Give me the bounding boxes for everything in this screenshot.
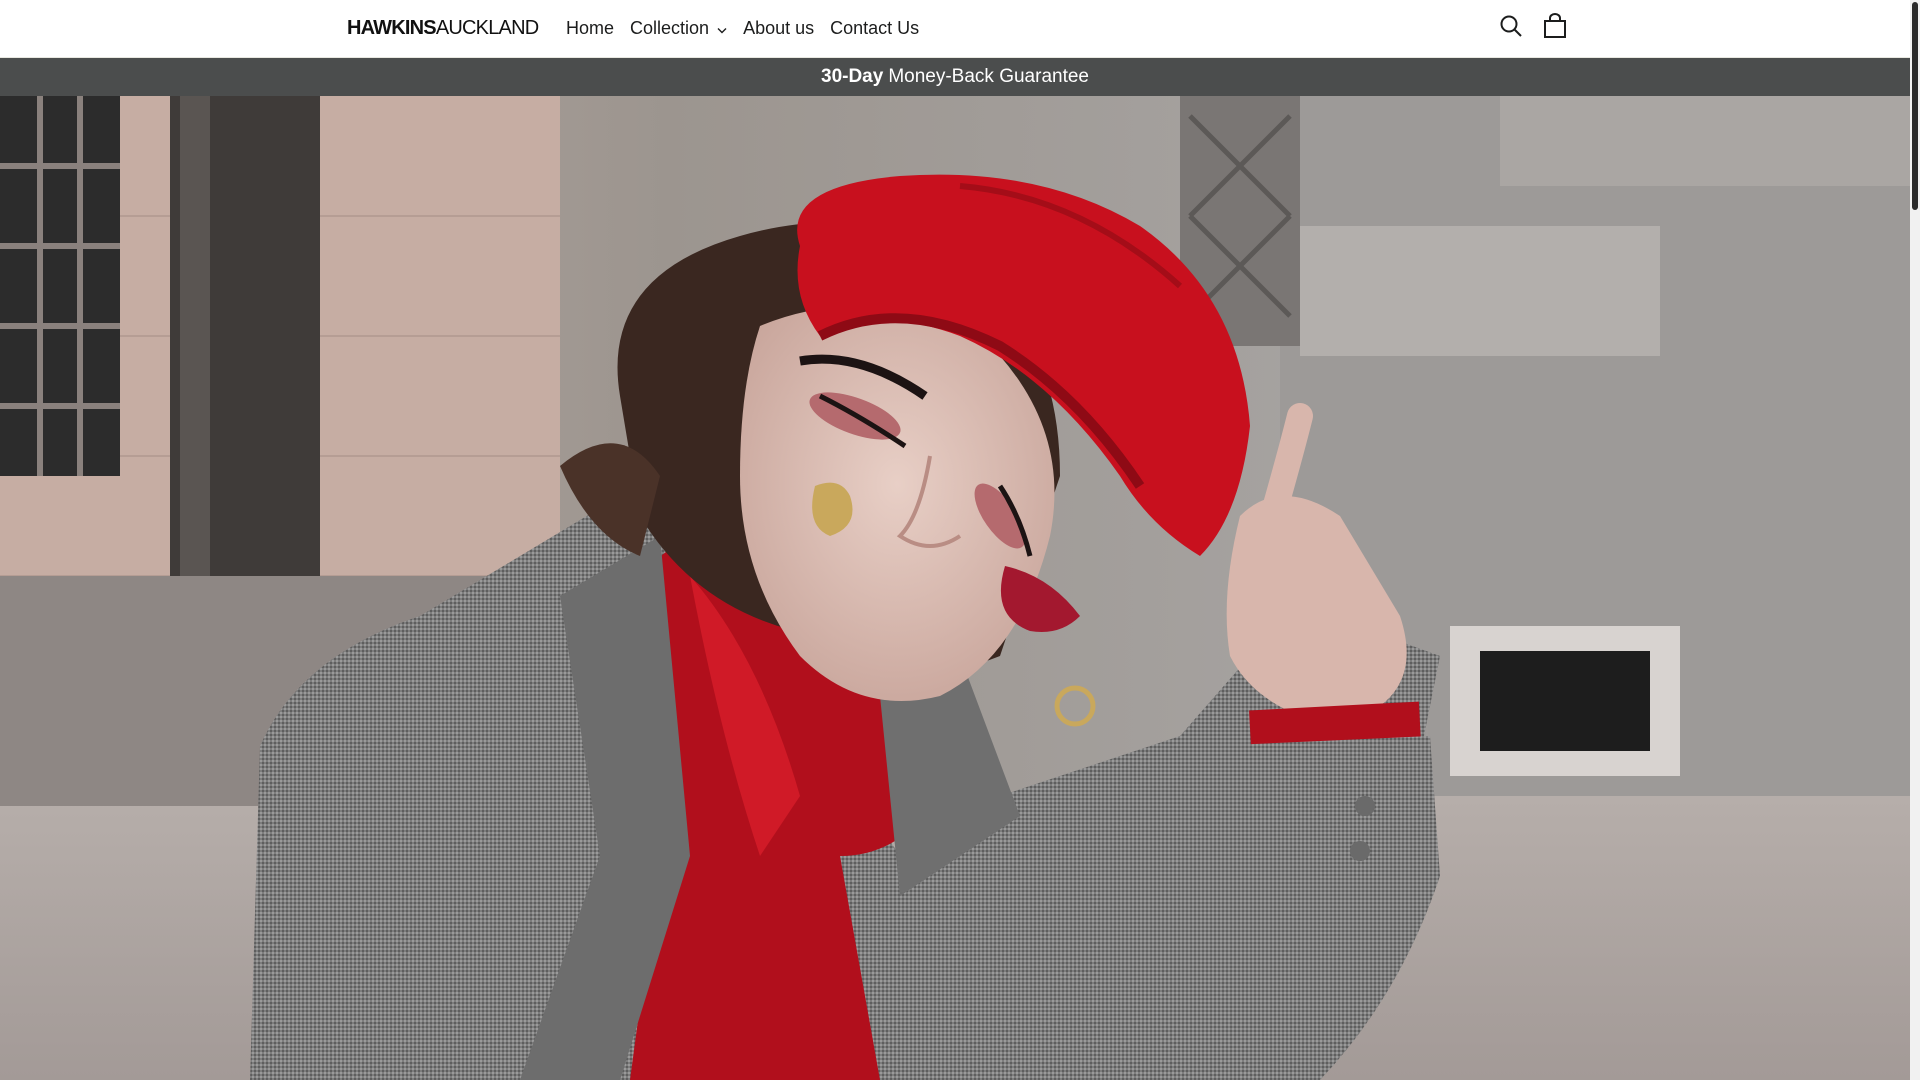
hero-image bbox=[0, 96, 1910, 1080]
announcement-text: Money-Back Guarantee bbox=[888, 66, 1089, 87]
logo[interactable]: HAWKINSAUCKLAND bbox=[347, 17, 539, 39]
scrollbar-thumb[interactable] bbox=[1912, 2, 1918, 210]
search-icon bbox=[1499, 14, 1523, 43]
cart-button[interactable] bbox=[1539, 12, 1571, 44]
nav-contact-us-label: Contact Us bbox=[830, 17, 920, 38]
nav-about-us[interactable]: About us bbox=[735, 14, 822, 42]
hero-banner bbox=[0, 96, 1910, 1080]
nav-contact-us[interactable]: Contact Us bbox=[822, 14, 927, 42]
announcement-bold: 30-Day bbox=[821, 66, 884, 87]
nav-home[interactable]: Home bbox=[558, 14, 622, 42]
nav-collection[interactable]: Collection bbox=[622, 14, 735, 42]
main-nav: Home Collection About us Contact Us bbox=[558, 14, 927, 42]
nav-about-us-label: About us bbox=[743, 17, 815, 38]
search-button[interactable] bbox=[1495, 12, 1527, 44]
page-scrollbar[interactable] bbox=[1910, 0, 1920, 1080]
cart-icon bbox=[1543, 12, 1567, 44]
site-header: HAWKINSAUCKLAND Home Collection About us… bbox=[0, 0, 1910, 58]
nav-home-label: Home bbox=[566, 17, 615, 38]
logo-light-text: AUCKLAND bbox=[435, 17, 539, 39]
chevron-down-icon bbox=[717, 18, 727, 39]
nav-collection-label: Collection bbox=[630, 17, 710, 38]
logo-bold-text: HAWKINS bbox=[347, 17, 437, 39]
announcement-bar: 30-Day Money-Back Guarantee bbox=[0, 58, 1910, 96]
